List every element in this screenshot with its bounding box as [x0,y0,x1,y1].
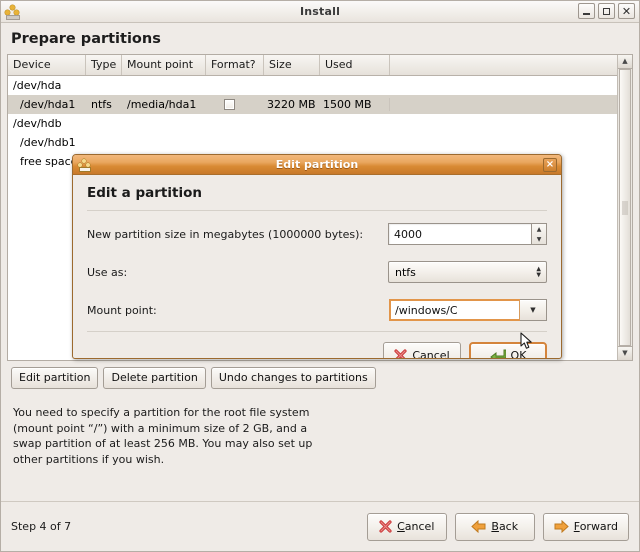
cell-device: /dev/hdb1 [8,136,86,149]
column-header-mount-point[interactable]: Mount point [122,55,206,75]
page-title: Prepare partitions [1,23,639,54]
wizard-footer: Step 4 of 7 Cancel Back [1,502,639,551]
table-row[interactable]: /dev/hda [8,76,617,95]
mount-point-input[interactable]: /windows/C [389,299,520,321]
undo-changes-button[interactable]: Undo changes to partitions [211,367,376,389]
column-header-filler [390,55,617,75]
install-window: Install ✕ Prepare partitions Device Type… [0,0,640,552]
minimize-button[interactable] [578,3,595,19]
scroll-up-button[interactable]: ▲ [618,55,632,69]
vertical-scrollbar[interactable]: ▲ ▼ [617,55,632,360]
scroll-down-button[interactable]: ▼ [618,346,632,360]
chevron-down-icon: ▼ [530,306,535,314]
arrow-left-icon [471,520,486,533]
dialog-heading-divider [87,210,547,211]
help-text-line-2: (mount point “/”) with a minimum size of… [13,421,639,437]
field-row-partition-size: New partition size in megabytes (1000000… [87,223,547,245]
chevron-down-icon: ▼ [622,350,627,357]
delete-partition-button[interactable]: Delete partition [103,367,205,389]
scrollbar-thumb[interactable] [619,69,631,346]
help-text-line-1: You need to specify a partition for the … [13,405,639,421]
dialog-heading: Edit a partition [87,185,547,201]
maximize-icon [603,8,610,15]
wizard-navigation: Cancel Back Forward [367,513,629,541]
window-title: Install [1,5,639,18]
field-row-use-as: Use as: ntfs ▲ ▼ [87,261,547,283]
partition-size-label: New partition size in megabytes (1000000… [87,228,363,241]
cancel-button[interactable]: Cancel [367,513,447,541]
table-row[interactable]: /dev/hda1 ntfs /media/hda1 3220 MB 1500 … [8,95,617,114]
forward-button-label: Forward [574,520,618,533]
stepper-down-icon: ▼ [537,237,542,242]
column-header-type[interactable]: Type [86,55,122,75]
format-checkbox[interactable] [224,99,235,110]
help-text-line-3: swap partition of at least 256 MB. You m… [13,436,639,452]
cell-device: /dev/hda1 [8,98,86,111]
edit-partition-button[interactable]: Edit partition [11,367,98,389]
dialog-close-button[interactable]: × [543,158,557,172]
dialog-titlebar: Edit partition × [73,155,561,175]
cell-used: 1500 MB [320,98,390,111]
dialog-cancel-button[interactable]: Cancel [383,342,461,359]
cell-format [206,99,264,110]
maximize-button[interactable] [598,3,615,19]
help-text-line-4: other partitions if you wish. [13,452,639,468]
back-button-label: Back [491,520,518,533]
field-row-mount-point: Mount point: /windows/C ▼ [87,299,547,321]
cancel-button-label: Cancel [397,520,434,533]
mount-point-label: Mount point: [87,304,157,317]
use-as-value: ntfs [395,266,416,279]
arrow-right-icon [554,520,569,533]
column-header-size[interactable]: Size [264,55,320,75]
forward-button[interactable]: Forward [543,513,629,541]
cell-size: 3220 MB [264,98,320,111]
step-indicator: Step 4 of 7 [11,520,71,533]
scrollbar-grip [623,201,628,215]
red-x-icon [379,520,392,533]
cell-type: ntfs [86,98,122,111]
column-header-device[interactable]: Device [8,55,86,75]
dialog-body: Edit a partition New partition size in m… [73,175,561,332]
red-x-icon [394,349,407,359]
dialog-cancel-label: Cancel [412,349,449,359]
use-as-arrows: ▲ ▼ [536,267,541,278]
close-icon: × [546,160,554,170]
minimize-icon [583,13,590,15]
close-icon: ✕ [622,6,631,17]
partition-table-header: Device Type Mount point Format? Size Use… [8,55,617,76]
cell-device: /dev/hdb [8,117,86,130]
column-header-format[interactable]: Format? [206,55,264,75]
partition-size-stepper[interactable]: ▲ ▼ [531,223,547,245]
window-controls: ✕ [578,3,635,19]
dialog-ok-button[interactable]: OK [469,342,547,359]
dialog-buttons: Cancel OK [73,332,561,359]
partition-action-buttons: Edit partition Delete partition Undo cha… [1,361,639,389]
back-button[interactable]: Back [455,513,535,541]
chevron-up-icon: ▲ [622,58,627,65]
table-row[interactable]: /dev/hdb [8,114,617,133]
close-button[interactable]: ✕ [618,3,635,19]
dialog-title: Edit partition [73,158,561,171]
window-titlebar: Install ✕ [1,1,639,23]
use-as-select[interactable]: ntfs ▲ ▼ [388,261,547,283]
column-header-used[interactable]: Used [320,55,390,75]
cell-device: /dev/hda [8,79,86,92]
partition-size-input[interactable]: 4000 [388,223,531,245]
table-row[interactable]: /dev/hdb1 [8,133,617,152]
green-enter-arrow-icon [490,349,506,359]
use-as-label: Use as: [87,266,127,279]
edit-partition-dialog: Edit partition × Edit a partition New pa… [72,154,562,359]
chevron-down-icon: ▼ [536,273,541,278]
dialog-ok-label: OK [511,349,527,359]
scrollbar-track[interactable] [618,69,632,346]
cell-mount-point: /media/hda1 [122,98,206,111]
mount-point-dropdown-button[interactable]: ▼ [520,299,547,321]
stepper-up-icon: ▲ [537,227,542,232]
help-text: You need to specify a partition for the … [1,389,639,467]
